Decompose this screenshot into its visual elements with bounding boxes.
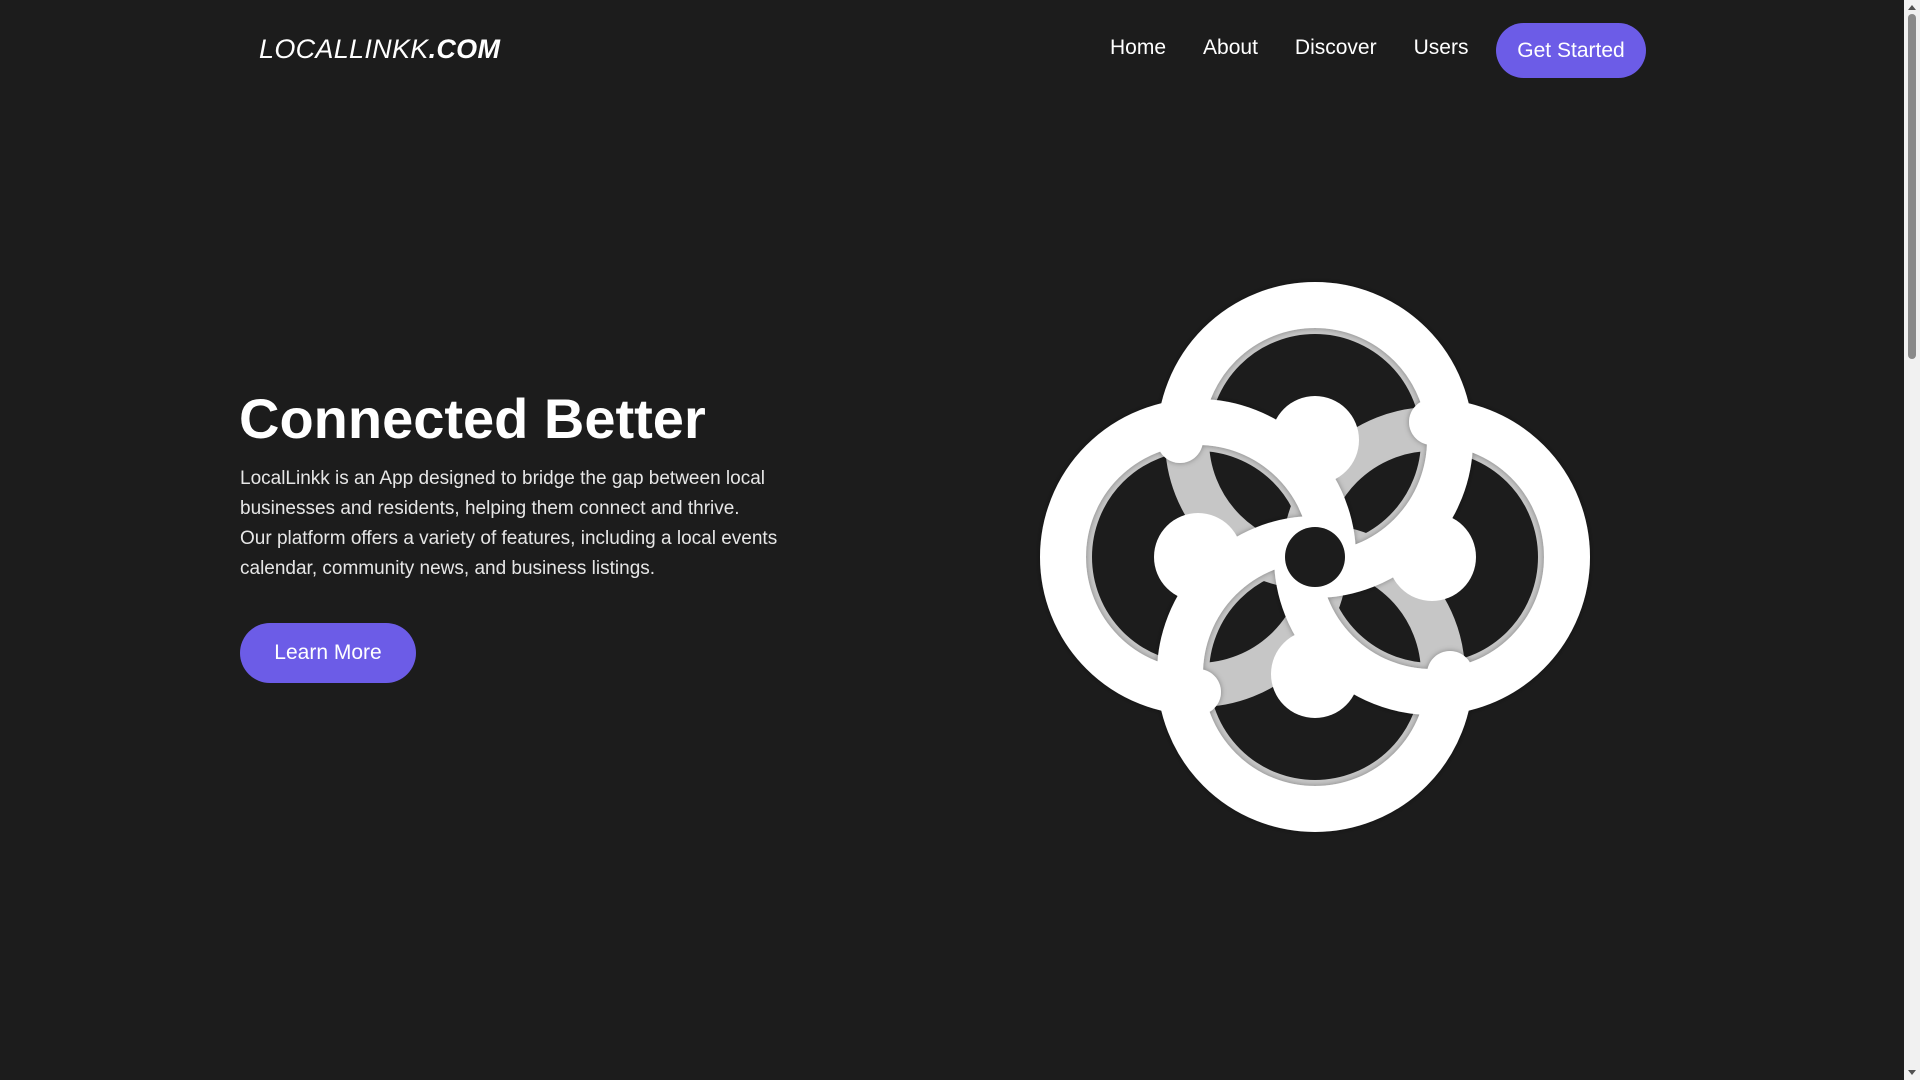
logo-suffix-text: .COM xyxy=(428,34,501,64)
get-started-button[interactable]: Get Started xyxy=(1496,23,1646,78)
site-logo[interactable]: LOCALLINKK.COM xyxy=(259,34,500,65)
hero-title: Connected Better xyxy=(239,387,706,450)
nav-links: Home About Discover Users xyxy=(1110,36,1468,60)
nav-discover-link[interactable]: Discover xyxy=(1295,36,1377,60)
hero-description: LocalLinkk is an App designed to bridge … xyxy=(240,464,800,584)
scroll-down-arrow-icon[interactable] xyxy=(1904,1066,1920,1080)
hero-description-line-1: LocalLinkk is an App designed to bridge … xyxy=(240,468,765,519)
nav-about-link[interactable]: About xyxy=(1203,36,1258,60)
nav-users-link[interactable]: Users xyxy=(1414,36,1469,60)
scroll-up-arrow-icon[interactable] xyxy=(1904,0,1920,14)
learn-more-button[interactable]: Learn More xyxy=(240,623,416,683)
navbar: LOCALLINKK.COM Home About Discover Users… xyxy=(0,0,1904,100)
logo-main-text: LOCALLINKK xyxy=(259,34,429,64)
landing-page: LOCALLINKK.COM Home About Discover Users… xyxy=(0,0,1920,1080)
scroll-thumb[interactable] xyxy=(1908,14,1916,359)
page-scrollbar[interactable] xyxy=(1904,0,1920,1080)
hero-description-line-2: Our platform offers a variety of feature… xyxy=(240,528,778,579)
interlinked-loops-logo-icon xyxy=(1030,272,1600,842)
nav-home-link[interactable]: Home xyxy=(1110,36,1166,60)
